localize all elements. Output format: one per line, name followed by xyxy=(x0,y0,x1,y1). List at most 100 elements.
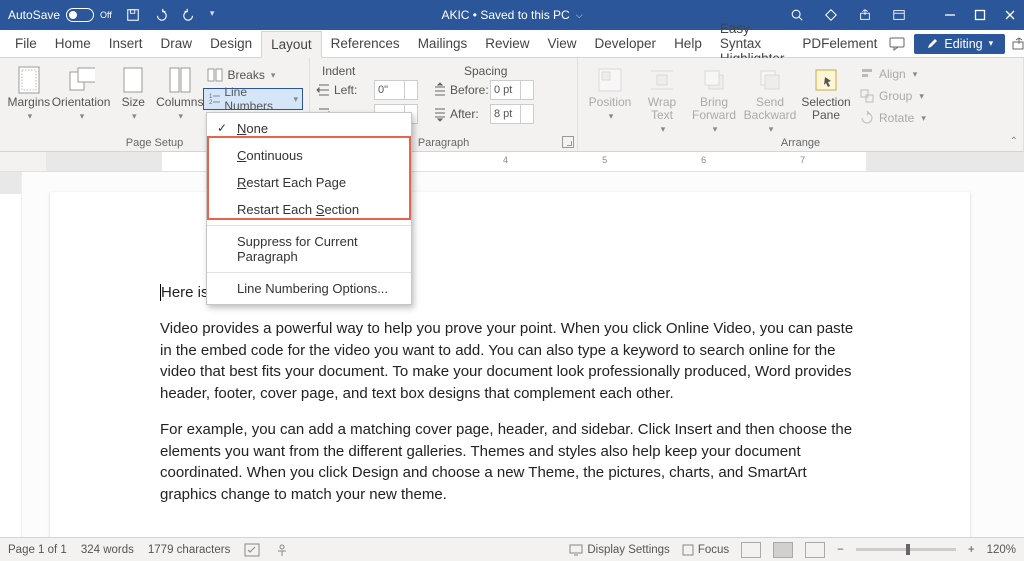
title-bar: AutoSave Off ▾ AKIC • Saved to this PC ⌵ xyxy=(0,0,1024,30)
breaks-button[interactable]: Breaks▾ xyxy=(203,64,303,86)
selection-pane-button[interactable]: Selection Pane xyxy=(800,62,852,135)
margins-button[interactable]: Margins▾ xyxy=(6,62,52,134)
send-backward-button: Send Backward▾ xyxy=(740,62,800,135)
align-icon xyxy=(860,67,874,81)
tab-references[interactable]: References xyxy=(322,31,409,56)
tab-draw[interactable]: Draw xyxy=(152,31,202,56)
redo-icon[interactable] xyxy=(182,8,196,22)
selection-pane-icon xyxy=(812,66,840,94)
tab-pdfelement[interactable]: PDFelement xyxy=(793,31,886,56)
minimize-icon[interactable] xyxy=(944,9,956,21)
autosave-state: Off xyxy=(100,10,112,20)
wrap-text-icon xyxy=(648,66,676,94)
display-settings[interactable]: Display Settings xyxy=(569,544,669,556)
menu-restart-section[interactable]: Restart Each Section xyxy=(207,196,411,223)
tab-view[interactable]: View xyxy=(538,31,585,56)
maximize-icon[interactable] xyxy=(974,9,986,21)
margins-icon xyxy=(15,66,43,94)
space-before-icon xyxy=(432,82,448,98)
svg-text:2: 2 xyxy=(209,100,213,106)
space-before-input[interactable]: 0 pt xyxy=(490,80,534,100)
tab-file[interactable]: File xyxy=(6,31,46,56)
autosave-toggle[interactable]: AutoSave Off xyxy=(8,8,112,22)
space-after-input[interactable]: 8 pt xyxy=(490,104,534,124)
group-icon xyxy=(860,89,874,103)
paragraph-launcher[interactable] xyxy=(562,136,574,148)
toggle-off-icon xyxy=(66,8,94,22)
tab-review[interactable]: Review xyxy=(476,31,538,56)
breaks-icon xyxy=(207,68,223,82)
size-icon xyxy=(119,66,147,94)
diamond-icon[interactable] xyxy=(824,8,838,22)
menu-suppress[interactable]: Suppress for Current Paragraph xyxy=(207,228,411,270)
tab-insert[interactable]: Insert xyxy=(100,31,152,56)
line-numbers-button[interactable]: 12 Line Numbers▾ xyxy=(203,88,303,110)
collapse-ribbon-icon[interactable]: ⌃ xyxy=(1010,136,1018,147)
position-icon xyxy=(596,66,624,94)
status-bar: Page 1 of 1 324 words 1779 characters Di… xyxy=(0,537,1024,561)
zoom-level[interactable]: 120% xyxy=(987,544,1016,556)
send-backward-icon xyxy=(756,66,784,94)
align-button: Align▾ xyxy=(856,64,930,84)
tab-home[interactable]: Home xyxy=(46,31,100,56)
share-icon[interactable] xyxy=(858,8,872,22)
menu-continuous[interactable]: Continuous xyxy=(207,142,411,169)
columns-button[interactable]: Columns▾ xyxy=(156,62,203,134)
spelling-icon[interactable] xyxy=(244,543,260,557)
horizontal-ruler[interactable]: 123 456 7 xyxy=(0,152,1024,172)
wrap-text-button: Wrap Text▾ xyxy=(636,62,688,135)
autosave-label: AutoSave xyxy=(8,8,60,22)
indent-label: Indent xyxy=(316,64,436,78)
orientation-button[interactable]: Orientation▾ xyxy=(52,62,111,134)
columns-icon xyxy=(166,66,194,94)
status-chars[interactable]: 1779 characters xyxy=(148,544,230,556)
menu-restart-page[interactable]: Restart Each Page xyxy=(207,169,411,196)
web-layout-icon[interactable] xyxy=(805,542,825,558)
focus-button[interactable]: Focus xyxy=(682,544,729,556)
save-icon[interactable] xyxy=(126,8,140,22)
size-button[interactable]: Size▾ xyxy=(110,62,156,134)
undo-icon[interactable] xyxy=(154,8,168,22)
tab-developer[interactable]: Developer xyxy=(586,31,666,56)
tab-help[interactable]: Help xyxy=(665,31,711,56)
status-words[interactable]: 324 words xyxy=(81,544,134,556)
orientation-icon xyxy=(67,66,95,94)
pencil-icon xyxy=(926,38,938,50)
rotate-button: Rotate▾ xyxy=(856,108,930,128)
indent-left-icon xyxy=(316,82,332,98)
bring-forward-icon xyxy=(700,66,728,94)
read-mode-icon[interactable] xyxy=(741,542,761,558)
arrange-label: Arrange xyxy=(584,135,1017,149)
focus-icon xyxy=(682,544,694,556)
close-icon[interactable] xyxy=(1004,9,1016,21)
monitor-icon xyxy=(569,544,583,556)
rotate-icon xyxy=(860,111,874,125)
window-icon[interactable] xyxy=(892,8,906,22)
line-numbers-icon: 12 xyxy=(208,92,220,106)
print-layout-icon[interactable] xyxy=(773,542,793,558)
tab-design[interactable]: Design xyxy=(201,31,261,56)
indent-left-input[interactable]: 0" xyxy=(374,80,418,100)
line-numbers-dropdown: None Continuous Restart Each Page Restar… xyxy=(206,112,412,305)
paragraph-3[interactable]: For example, you can add a matching cove… xyxy=(160,419,860,506)
tab-layout[interactable]: Layout xyxy=(261,31,322,58)
accessibility-icon[interactable] xyxy=(274,543,290,557)
editing-button[interactable]: Editing ▾ xyxy=(914,34,1005,54)
document-title: AKIC • Saved to this PC ⌵ xyxy=(441,8,582,22)
document-page[interactable]: Here is our text placeholder: Video prov… xyxy=(50,192,970,542)
tab-mailings[interactable]: Mailings xyxy=(409,31,477,56)
status-page[interactable]: Page 1 of 1 xyxy=(8,544,67,556)
paragraph-2[interactable]: Video provides a powerful way to help yo… xyxy=(160,318,860,405)
zoom-out-icon[interactable]: − xyxy=(837,544,844,556)
ribbon-tabs: File Home Insert Draw Design Layout Refe… xyxy=(0,30,1024,58)
zoom-slider[interactable] xyxy=(856,548,956,551)
menu-options[interactable]: Line Numbering Options... xyxy=(207,275,411,302)
vertical-ruler[interactable] xyxy=(0,172,22,542)
menu-none[interactable]: None xyxy=(207,115,411,142)
bring-forward-button: Bring Forward▾ xyxy=(688,62,740,135)
share-button[interactable]: ▾ xyxy=(1011,33,1024,55)
spacing-label: Spacing xyxy=(436,64,507,78)
zoom-in-icon[interactable]: + xyxy=(968,544,975,556)
document-area: Here is our text placeholder: Video prov… xyxy=(0,172,1024,542)
comments-icon[interactable] xyxy=(886,33,908,55)
